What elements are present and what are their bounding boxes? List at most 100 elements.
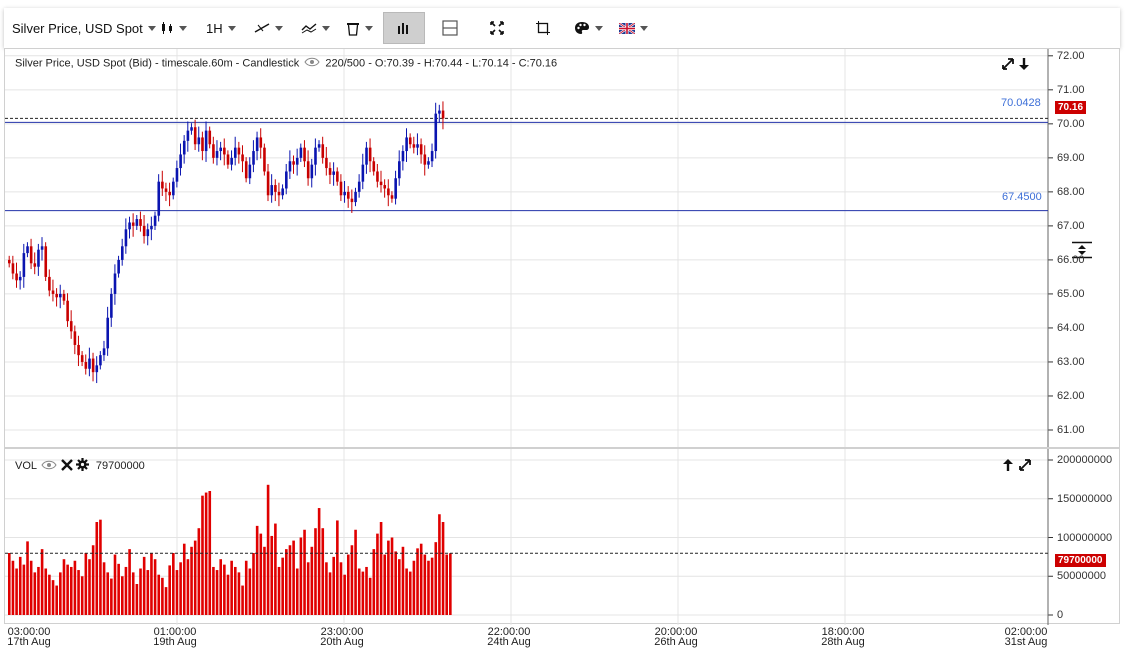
volume-bar[interactable] [292, 540, 295, 615]
candle[interactable] [376, 163, 379, 188]
candle[interactable] [150, 216, 153, 241]
candle[interactable] [8, 255, 11, 268]
candle[interactable] [233, 136, 237, 166]
candle[interactable] [26, 242, 29, 258]
volume-bar[interactable] [179, 562, 182, 615]
candle[interactable] [401, 145, 405, 171]
delete-tool[interactable] [346, 8, 373, 48]
candle[interactable] [208, 126, 212, 149]
candle[interactable] [226, 150, 230, 169]
candle[interactable] [91, 352, 95, 382]
volume-bar[interactable] [233, 566, 237, 615]
fullscreen-button[interactable] [490, 8, 504, 48]
candle[interactable] [33, 252, 37, 275]
volume-bar[interactable] [164, 587, 168, 615]
candle[interactable] [190, 123, 193, 135]
volume-bar[interactable] [8, 553, 11, 615]
volume-bar[interactable] [40, 549, 44, 615]
volume-bar[interactable] [48, 574, 51, 615]
volume-bar[interactable] [142, 556, 146, 615]
volume-bar[interactable] [445, 554, 448, 615]
indicator-tool[interactable] [301, 8, 330, 48]
expand-icon[interactable] [1001, 57, 1015, 76]
volume-bar[interactable] [317, 508, 321, 615]
candle[interactable] [22, 243, 26, 288]
volume-bar[interactable] [175, 570, 179, 615]
volume-bar[interactable] [153, 559, 157, 615]
chart-type-selector[interactable] [160, 8, 187, 48]
candle[interactable] [408, 133, 412, 149]
candle[interactable] [204, 121, 208, 162]
volume-bar[interactable] [37, 566, 40, 615]
candle[interactable] [40, 237, 44, 261]
candle[interactable] [201, 131, 204, 161]
candle[interactable] [15, 262, 18, 288]
candle[interactable] [416, 133, 419, 156]
candle[interactable] [321, 136, 325, 164]
candle[interactable] [146, 223, 150, 246]
candle[interactable] [80, 351, 84, 367]
volume-bar[interactable] [372, 549, 376, 615]
volume-bar[interactable] [157, 574, 161, 615]
volume-bar[interactable] [376, 533, 379, 615]
candle[interactable] [357, 174, 361, 198]
volume-bar[interactable] [328, 572, 332, 615]
candle[interactable] [51, 279, 55, 302]
volume-bar[interactable] [139, 568, 142, 616]
candle[interactable] [346, 186, 350, 208]
candle[interactable] [419, 138, 423, 164]
volume-bar[interactable] [135, 584, 139, 615]
candle[interactable] [438, 104, 441, 123]
candle[interactable] [55, 288, 58, 307]
volume-bar[interactable] [259, 533, 263, 615]
candle[interactable] [263, 143, 266, 176]
trendline-tool[interactable] [254, 8, 283, 48]
volume-bar[interactable] [124, 566, 128, 615]
volume-bar[interactable] [55, 585, 58, 615]
volume-bar[interactable] [212, 566, 215, 615]
candle[interactable] [405, 128, 408, 162]
candle[interactable] [281, 184, 284, 200]
volume-bar[interactable] [193, 540, 197, 615]
volume-bar[interactable] [102, 562, 106, 615]
volume-bar[interactable] [270, 535, 274, 615]
volume-bar[interactable] [379, 522, 383, 615]
candle[interactable] [29, 238, 33, 270]
candle[interactable] [223, 138, 226, 166]
volume-bar[interactable] [427, 560, 430, 615]
volume-bar[interactable] [339, 562, 343, 615]
volume-bar[interactable] [350, 545, 354, 615]
candle[interactable] [306, 150, 310, 186]
volume-bar[interactable] [405, 568, 408, 616]
volume-bar[interactable] [99, 519, 102, 615]
candle[interactable] [120, 238, 124, 266]
volume-bar[interactable] [18, 556, 22, 615]
volume-bar[interactable] [266, 484, 270, 615]
instrument-selector[interactable]: Silver Price, USD Spot [12, 8, 156, 48]
volume-bar[interactable] [26, 541, 29, 615]
volume-bar[interactable] [22, 564, 26, 615]
volume-bar[interactable] [113, 554, 117, 615]
volume-bar[interactable] [299, 537, 303, 616]
candle[interactable] [430, 143, 434, 168]
candle[interactable] [197, 126, 201, 152]
volume-bar[interactable] [368, 577, 372, 615]
candle[interactable] [11, 255, 15, 280]
volume-bar[interactable] [303, 529, 306, 615]
volume-bar[interactable] [295, 568, 299, 616]
volume-bar[interactable] [80, 576, 84, 615]
candle[interactable] [427, 157, 430, 169]
volume-bar[interactable] [66, 564, 69, 615]
candle[interactable] [128, 216, 131, 239]
candle[interactable] [215, 140, 219, 166]
volume-bar[interactable] [412, 560, 416, 615]
volume-bar[interactable] [314, 528, 317, 615]
volume-bar[interactable] [106, 572, 110, 615]
volume-bar[interactable] [15, 568, 18, 616]
volume-bar[interactable] [325, 562, 328, 615]
volume-bar[interactable] [91, 545, 95, 615]
volume-bar[interactable] [150, 553, 153, 615]
volume-bar[interactable] [219, 559, 223, 615]
candle[interactable] [186, 121, 190, 152]
volume-bar[interactable] [394, 551, 397, 615]
